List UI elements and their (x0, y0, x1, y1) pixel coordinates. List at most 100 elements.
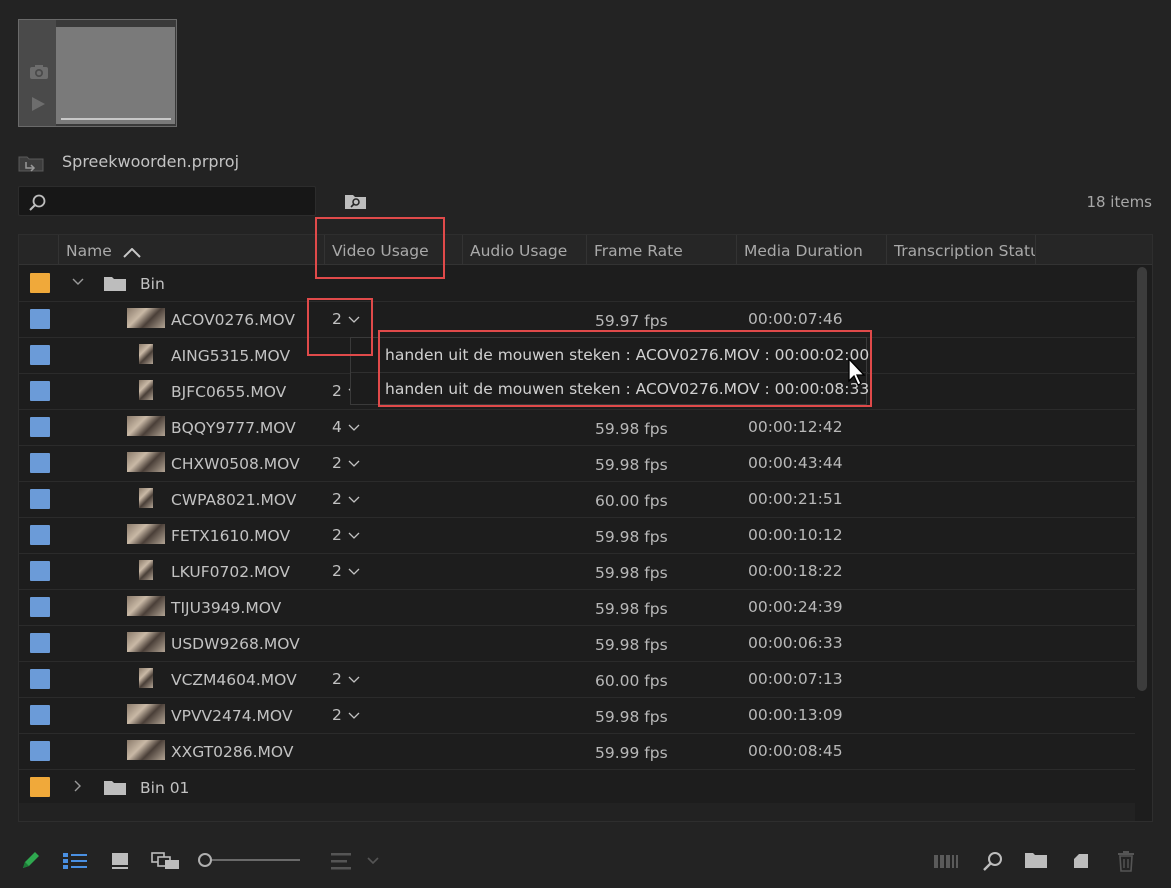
clip-row[interactable]: USDW9268.MOV 59.98 fps 00:00:06:33 (19, 626, 1135, 662)
clip-name[interactable]: FETX1610.MOV (171, 527, 290, 545)
video-usage-value: 2 (332, 490, 342, 508)
clip-name[interactable]: ACOV0276.MOV (171, 311, 295, 329)
clip-row[interactable]: LKUF0702.MOV 2 59.98 fps 00:00:18:22 (19, 554, 1135, 590)
sort-ascending-icon[interactable] (123, 248, 141, 258)
clip-thumbnail (127, 416, 165, 436)
automate-to-sequence-icon[interactable] (933, 852, 959, 870)
search-icon (29, 194, 46, 211)
column-audio-usage[interactable]: Audio Usage (462, 235, 586, 265)
label-color-swatch[interactable] (30, 381, 50, 401)
column-transcription-status[interactable]: Transcription Statu (886, 235, 1036, 265)
clip-name[interactable]: TIJU3949.MOV (171, 599, 281, 617)
video-usage-count[interactable]: 2 (332, 562, 360, 580)
label-color-swatch[interactable] (30, 633, 50, 653)
bin-row[interactable]: Bin 01 (19, 770, 1135, 806)
video-usage-count[interactable]: 2 (332, 706, 360, 724)
label-color-swatch[interactable] (30, 453, 50, 473)
chevron-down-icon[interactable] (348, 526, 360, 544)
chevron-down-icon[interactable] (348, 670, 360, 688)
item-count: 18 items (1086, 193, 1152, 211)
label-color-swatch[interactable] (30, 561, 50, 581)
column-transcription-status-label: Transcription Statu (894, 242, 1036, 260)
label-color-swatch[interactable] (30, 273, 50, 293)
clip-name[interactable]: BJFC0655.MOV (171, 383, 286, 401)
icon-view-icon[interactable] (111, 852, 129, 870)
new-item-icon[interactable] (1071, 850, 1091, 870)
video-usage-count[interactable]: 2 (332, 670, 360, 688)
chevron-down-icon[interactable] (348, 490, 360, 508)
label-color-swatch[interactable] (30, 669, 50, 689)
bin-name[interactable]: Bin (140, 275, 165, 293)
zoom-slider-handle[interactable] (198, 853, 212, 867)
freeform-view-icon[interactable] (151, 851, 181, 871)
list-view-icon[interactable] (62, 851, 88, 871)
zoom-slider-track[interactable] (210, 859, 300, 861)
vertical-scrollbar[interactable] (1137, 267, 1147, 691)
column-label[interactable] (19, 235, 57, 265)
clip-name[interactable]: XXGT0286.MOV (171, 743, 293, 761)
find-icon[interactable] (982, 851, 1004, 873)
bin-row[interactable]: Bin (19, 266, 1135, 302)
label-color-swatch[interactable] (30, 705, 50, 725)
new-search-bin-icon[interactable] (344, 192, 368, 210)
chevron-right-icon[interactable] (71, 779, 85, 793)
search-input[interactable] (18, 186, 316, 216)
clip-row[interactable]: BQQY9777.MOV 4 59.98 fps 00:00:12:42 (19, 410, 1135, 446)
clip-row[interactable]: XXGT0286.MOV 59.99 fps 00:00:08:45 (19, 734, 1135, 770)
pencil-icon[interactable] (19, 850, 41, 872)
video-usage-count[interactable]: 2 (332, 490, 360, 508)
column-media-duration-label: Media Duration (744, 242, 863, 260)
bin-name[interactable]: Bin 01 (140, 779, 189, 797)
clip-row[interactable]: VCZM4604.MOV 2 60.00 fps 00:00:07:13 (19, 662, 1135, 698)
media-duration-value: 00:00:08:45 (748, 742, 843, 760)
column-frame-rate[interactable]: Frame Rate (586, 235, 736, 265)
label-color-swatch[interactable] (30, 741, 50, 761)
video-usage-count[interactable]: 2 (332, 454, 360, 472)
column-name[interactable]: Name (58, 235, 316, 265)
chevron-down-icon[interactable] (348, 454, 360, 472)
clip-name[interactable]: VCZM4604.MOV (171, 671, 297, 689)
label-color-swatch[interactable] (30, 489, 50, 509)
label-color-swatch[interactable] (30, 417, 50, 437)
trash-icon[interactable] (1117, 850, 1135, 872)
chevron-down-icon[interactable] (348, 418, 360, 436)
clip-row[interactable]: FETX1610.MOV 2 59.98 fps 00:00:10:12 (19, 518, 1135, 554)
play-icon[interactable] (30, 96, 46, 112)
clip-thumbnail (139, 560, 153, 580)
project-list-panel[interactable]: Name Video Usage Audio Usage Frame Rate … (18, 234, 1153, 822)
project-folder-icon[interactable] (18, 154, 44, 172)
chevron-down-icon[interactable] (348, 706, 360, 724)
label-color-swatch[interactable] (30, 777, 50, 797)
column-media-duration[interactable]: Media Duration (736, 235, 886, 265)
chevron-down-icon[interactable] (348, 562, 360, 580)
preview-thumbnail[interactable] (18, 19, 177, 127)
clip-name[interactable]: USDW9268.MOV (171, 635, 300, 653)
horizontal-scrollbar[interactable] (19, 803, 1135, 821)
clip-name[interactable]: AING5315.MOV (171, 347, 290, 365)
label-color-swatch[interactable] (30, 525, 50, 545)
preview-scrubber[interactable] (61, 118, 171, 120)
chevron-down-icon[interactable] (71, 275, 85, 289)
label-color-swatch[interactable] (30, 345, 50, 365)
video-usage-count[interactable]: 4 (332, 418, 360, 436)
clip-name[interactable]: LKUF0702.MOV (171, 563, 290, 581)
clip-name[interactable]: CWPA8021.MOV (171, 491, 296, 509)
clip-thumbnail (127, 524, 165, 544)
clip-row[interactable]: CWPA8021.MOV 2 60.00 fps 00:00:21:51 (19, 482, 1135, 518)
clip-name[interactable]: VPVV2474.MOV (171, 707, 292, 725)
media-duration-value: 00:00:07:46 (748, 310, 843, 328)
label-color-swatch[interactable] (30, 309, 50, 329)
clip-name[interactable]: CHXW0508.MOV (171, 455, 300, 473)
clip-row[interactable]: TIJU3949.MOV 59.98 fps 00:00:24:39 (19, 590, 1135, 626)
label-color-swatch[interactable] (30, 597, 50, 617)
new-bin-icon[interactable] (1024, 851, 1048, 869)
clip-row[interactable]: CHXW0508.MOV 2 59.98 fps 00:00:43:44 (19, 446, 1135, 482)
clip-row[interactable]: VPVV2474.MOV 2 59.98 fps 00:00:13:09 (19, 698, 1135, 734)
clip-thumbnail (139, 488, 153, 508)
frame-rate-value: 59.98 fps (595, 528, 668, 546)
video-usage-count[interactable]: 2 (332, 526, 360, 544)
clip-name[interactable]: BQQY9777.MOV (171, 419, 296, 437)
highlight-usage-popup (378, 330, 872, 407)
sort-icons-icon[interactable] (330, 851, 382, 871)
camera-icon[interactable] (29, 64, 49, 80)
